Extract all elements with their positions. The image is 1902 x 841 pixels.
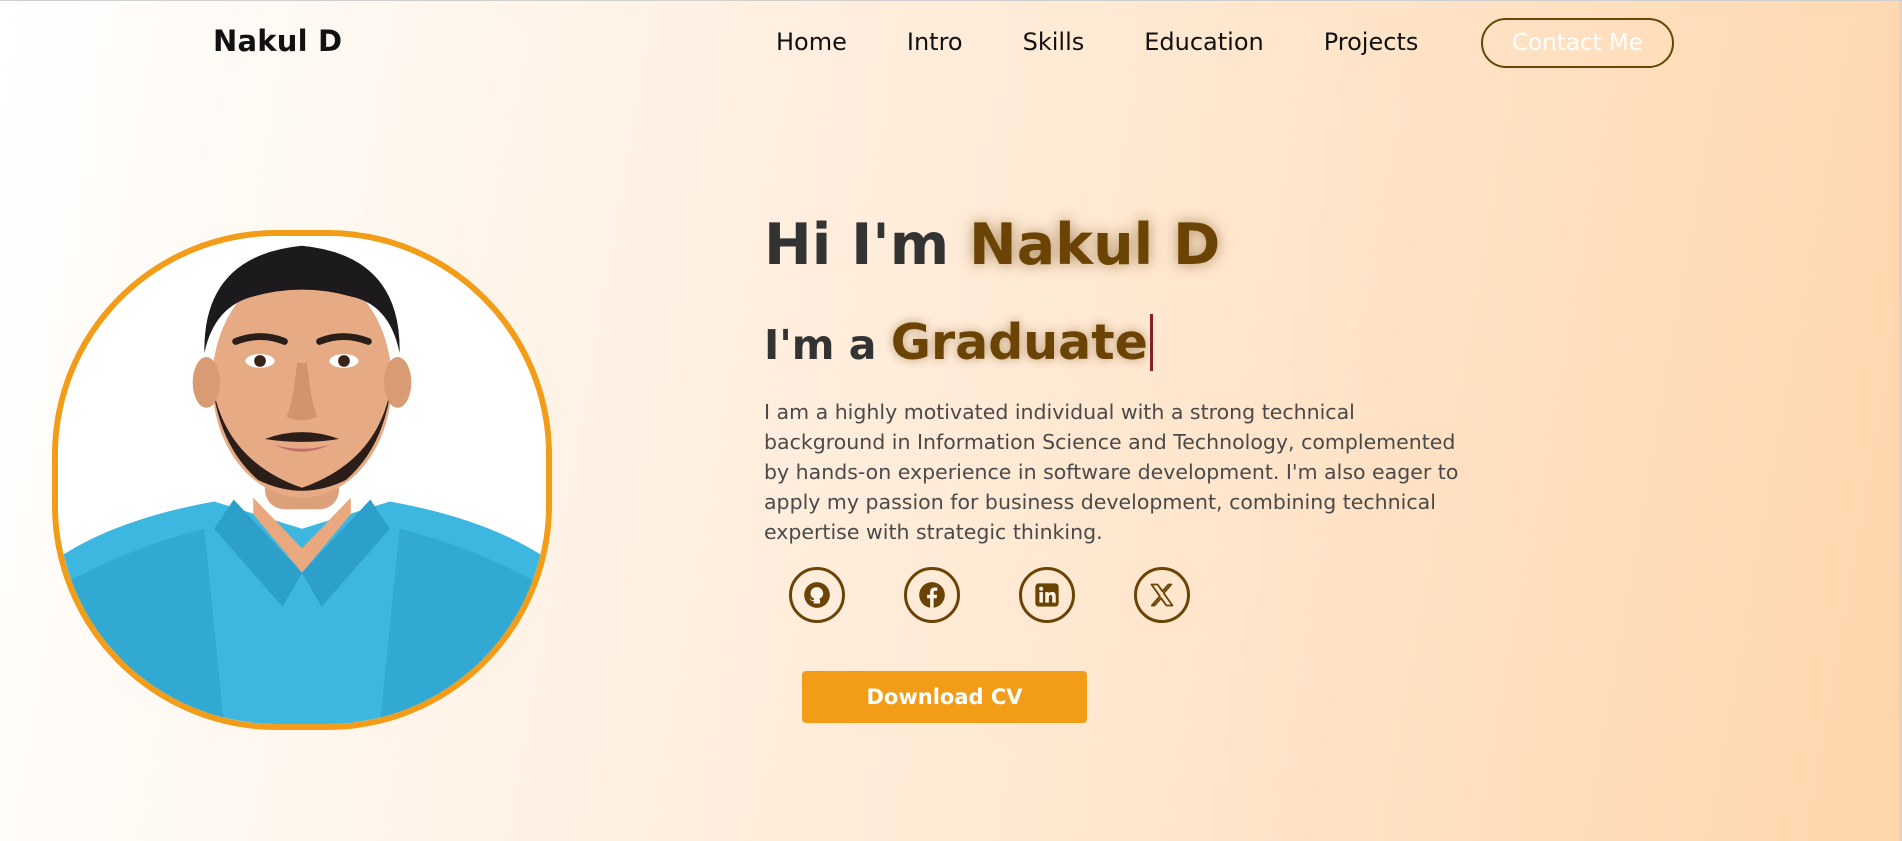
hero-description: I am a highly motivated individual with … xyxy=(764,400,1459,544)
linkedin-icon xyxy=(1035,583,1059,607)
nav-home[interactable]: Home xyxy=(776,28,847,56)
hero-name: Nakul D xyxy=(969,212,1221,278)
x-twitter-link[interactable] xyxy=(1134,567,1190,623)
x-twitter-icon xyxy=(1150,583,1174,607)
hero-role-prefix: I'm a xyxy=(764,321,877,369)
hero-greeting: Hi I'm xyxy=(764,212,950,278)
nav-education[interactable]: Education xyxy=(1144,28,1263,56)
github-icon xyxy=(804,582,830,608)
nav-projects[interactable]: Projects xyxy=(1324,28,1419,56)
nav-intro[interactable]: Intro xyxy=(907,28,963,56)
social-links xyxy=(789,567,1190,623)
facebook-link[interactable] xyxy=(904,567,960,623)
brand-logo[interactable]: Nakul D xyxy=(213,24,342,58)
hero-role: Graduate xyxy=(890,314,1153,371)
contact-me-button[interactable]: Contact Me xyxy=(1481,18,1674,68)
hero-role-line: I'm a Graduate xyxy=(764,314,1153,371)
profile-photo xyxy=(52,230,552,730)
top-border xyxy=(0,0,1902,1)
profile-portrait-illustration xyxy=(58,236,546,724)
facebook-icon xyxy=(919,582,945,608)
nav-skills[interactable]: Skills xyxy=(1023,28,1085,56)
download-cv-button[interactable]: Download CV xyxy=(802,671,1087,723)
main-nav: Home Intro Skills Education Projects xyxy=(776,28,1418,56)
hero-title: Hi I'm Nakul D xyxy=(764,214,1220,277)
linkedin-link[interactable] xyxy=(1019,567,1075,623)
github-link[interactable] xyxy=(789,567,845,623)
